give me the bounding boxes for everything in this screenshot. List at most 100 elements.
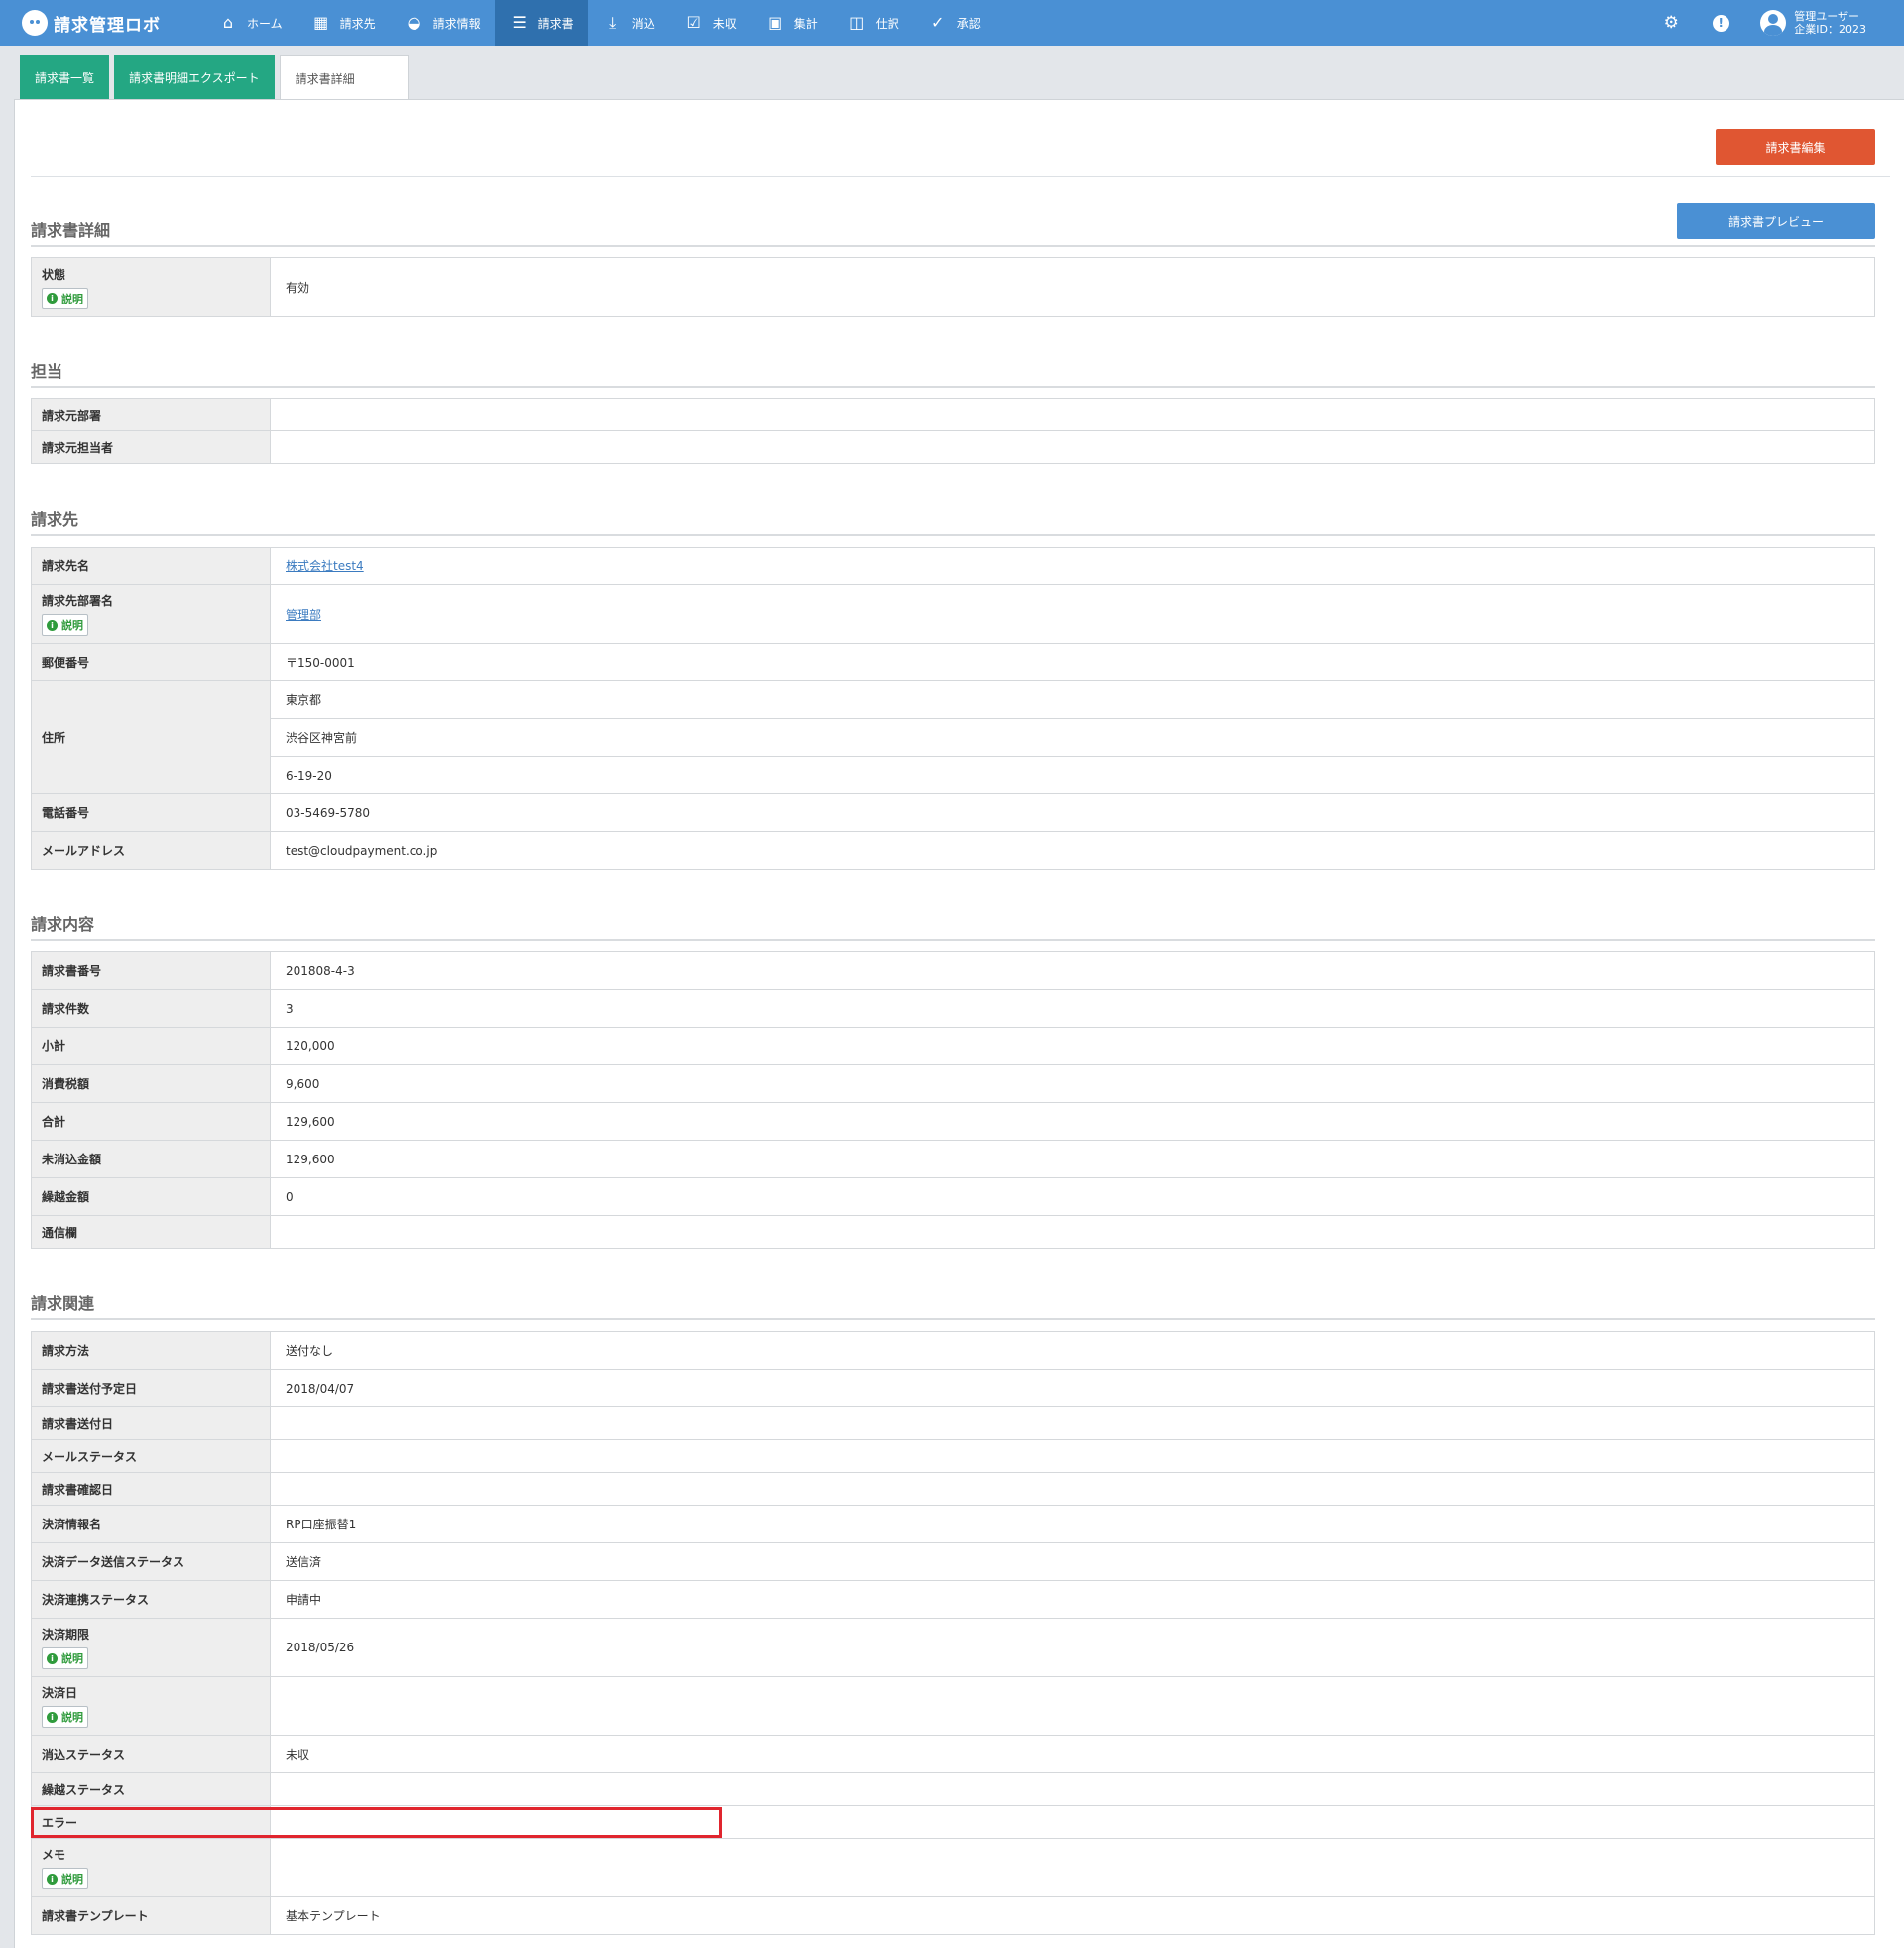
nav-label: ホーム <box>247 16 283 31</box>
table-row: 請求書確認日 <box>31 1472 1875 1506</box>
help-button[interactable]: i 説明 <box>42 1706 88 1728</box>
nav-item-home[interactable]: ⌂ ホーム <box>203 0 297 46</box>
field-value <box>270 1472 1875 1506</box>
nav-label: 未収 <box>712 16 737 31</box>
field-value: 未収 <box>270 1735 1875 1773</box>
nav-item-aggregate[interactable]: ▣ 集計 <box>751 0 832 46</box>
field-value: 渋谷区神宮前 <box>270 718 1875 757</box>
app-logo[interactable]: 請求管理ロボ <box>0 0 203 46</box>
info-icon: i <box>47 1711 58 1723</box>
table-row: 電話番号 03-5469-5780 <box>31 793 1875 832</box>
table-row: エラー <box>31 1805 1875 1839</box>
field-label: 通信欄 <box>31 1215 271 1249</box>
table-row: 状態 i 説明 有効 <box>31 257 1875 317</box>
top-navbar: 請求管理ロボ ⌂ ホーム ▦ 請求先 ◒ 請求情報 ☰ 請求書 ⤓ 消込 ☑ 未収 ▣ 集計 … <box>0 0 1904 46</box>
field-label: 請求書送付日 <box>31 1406 271 1440</box>
field-label: 請求書送付予定日 <box>31 1369 271 1407</box>
field-value: 有効 <box>270 257 1875 317</box>
help-button[interactable]: i 説明 <box>42 1868 88 1889</box>
field-value <box>270 1406 1875 1440</box>
table-row: 繰越金額 0 <box>31 1177 1875 1216</box>
section-title-related: 請求関連 <box>31 1290 1875 1320</box>
table-row: 決済情報名 RP口座振替1 <box>31 1505 1875 1543</box>
table-row: 住所 東京都 <box>31 680 1875 794</box>
field-label: 決済日 i 説明 <box>31 1676 271 1736</box>
nav-label: 請求情報 <box>432 16 481 31</box>
field-label: 決済期限 i 説明 <box>31 1618 271 1677</box>
tab-invoice-detail-export[interactable]: 請求書明細エクスポート <box>114 55 275 100</box>
alert-button[interactable]: ! <box>1711 13 1730 33</box>
nav-label: 消込 <box>631 16 655 31</box>
billing-to-name-link[interactable]: 株式会社test4 <box>286 559 364 573</box>
field-value: 6-19-20 <box>270 756 1875 794</box>
table-row: 請求方法 送付なし <box>31 1331 1875 1370</box>
section-title-tanto: 担当 <box>31 358 1875 388</box>
table-row: 決済日 i 説明 <box>31 1676 1875 1736</box>
table-row: 繰越ステータス <box>31 1772 1875 1806</box>
nav-item-uncollected[interactable]: ☑ 未収 <box>669 0 751 46</box>
table-row: 請求先部署名 i 説明 管理部 <box>31 584 1875 644</box>
nav-item-reconcile[interactable]: ⤓ 消込 <box>588 0 669 46</box>
field-label: 未消込金額 <box>31 1140 271 1178</box>
field-label: エラー <box>31 1805 271 1839</box>
field-label: 請求方法 <box>31 1331 271 1370</box>
field-value <box>270 1838 1875 1897</box>
nav-item-billing-info[interactable]: ◒ 請求情報 <box>390 0 495 46</box>
field-label: 消費税額 <box>31 1064 271 1103</box>
field-value: 送信済 <box>270 1542 1875 1581</box>
field-value: 送付なし <box>270 1331 1875 1370</box>
field-label: 請求書確認日 <box>31 1472 271 1506</box>
nav-item-billing-to[interactable]: ▦ 請求先 <box>297 0 390 46</box>
info-icon: i <box>47 1652 58 1664</box>
nav-label: 請求書 <box>537 16 574 31</box>
field-value: 201808-4-3 <box>270 951 1875 990</box>
tab-invoice-detail[interactable]: 請求書詳細 <box>279 55 409 101</box>
help-button[interactable]: i 説明 <box>42 1647 88 1669</box>
nav-item-journal[interactable]: ◫ 仕訳 <box>832 0 913 46</box>
field-value: test@cloudpayment.co.jp <box>270 831 1875 870</box>
field-label: メモ i 説明 <box>31 1838 271 1897</box>
nav-label: 仕訳 <box>875 16 899 31</box>
edit-invoice-button[interactable]: 請求書編集 <box>1716 129 1875 165</box>
topbar-right: ⚙ ! 管理ユーザー 企業ID：2023 <box>1661 0 1904 46</box>
table-row: 決済期限 i 説明 2018/05/26 <box>31 1618 1875 1677</box>
help-button[interactable]: i 説明 <box>42 614 88 636</box>
field-value: 〒150-0001 <box>270 643 1875 681</box>
help-button[interactable]: i 説明 <box>42 287 88 309</box>
table-row: メールアドレス test@cloudpayment.co.jp <box>31 831 1875 870</box>
nav-label: 請求先 <box>339 16 376 31</box>
field-label: メールアドレス <box>31 831 271 870</box>
logo-text: 請求管理ロボ <box>54 15 161 36</box>
nav-label: 承認 <box>956 16 981 31</box>
field-label: 請求件数 <box>31 989 271 1028</box>
nav-item-approval[interactable]: ✓ 承認 <box>913 0 995 46</box>
user-menu[interactable]: 管理ユーザー 企業ID：2023 <box>1760 10 1866 36</box>
field-value: 03-5469-5780 <box>270 793 1875 832</box>
nav-label: 集計 <box>793 16 818 31</box>
field-value: 0 <box>270 1177 1875 1216</box>
main-panel: 請求書編集 請求書プレビュー 請求書詳細 状態 i 説明 有効 担当 請求元部署 請… <box>14 99 1904 1948</box>
section-title-content: 請求内容 <box>31 912 1875 941</box>
field-value: 申請中 <box>270 1580 1875 1619</box>
sub-tabs: 請求書一覧 請求書明細エクスポート 請求書詳細 <box>20 55 414 101</box>
billing-to-department-link[interactable]: 管理部 <box>286 608 321 622</box>
exclamation-icon: ! <box>1712 14 1729 32</box>
tab-invoice-list[interactable]: 請求書一覧 <box>20 55 110 100</box>
table-row: 請求先名 株式会社test4 <box>31 547 1875 585</box>
table-row: 請求件数 3 <box>31 989 1875 1028</box>
table-row: 請求書送付予定日 2018/04/07 <box>31 1369 1875 1407</box>
nav-item-invoice[interactable]: ☰ 請求書 <box>494 0 588 46</box>
table-row: 未消込金額 129,600 <box>31 1140 1875 1178</box>
detail-table: 状態 i 説明 有効 <box>31 257 1875 317</box>
table-row: メモ i 説明 <box>31 1838 1875 1897</box>
info-icon: i <box>47 293 58 304</box>
field-label: 請求先名 <box>31 547 271 585</box>
field-label: メールステータス <box>31 1439 271 1473</box>
company-id: 企業ID：2023 <box>1794 23 1866 36</box>
calculator-icon: ▣ <box>768 13 783 32</box>
field-label: 決済連携ステータス <box>31 1580 271 1619</box>
checkbox-icon: ☑ <box>686 13 701 32</box>
table-row: 請求書テンプレート 基本テンプレート <box>31 1896 1875 1935</box>
gear-icon[interactable]: ⚙ <box>1661 13 1681 33</box>
table-row: 通信欄 <box>31 1215 1875 1249</box>
